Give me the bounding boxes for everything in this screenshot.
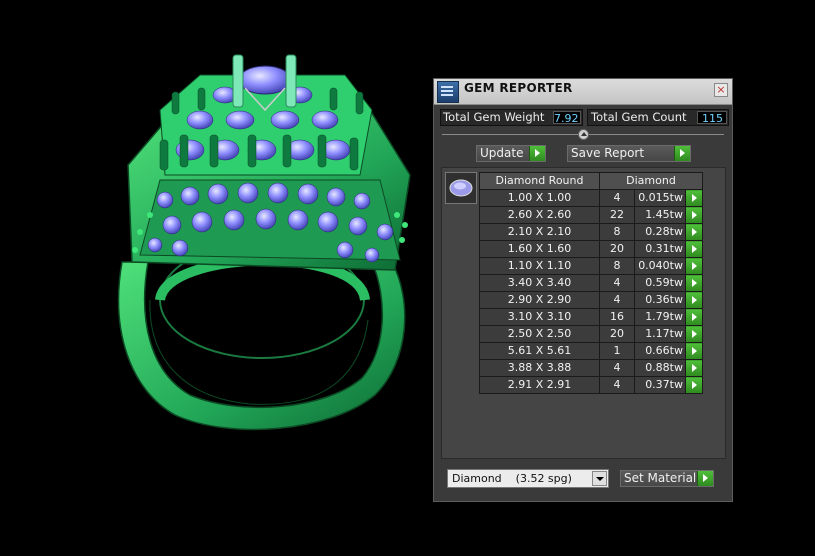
- gem-size-cell: 2.90 X 2.90: [479, 291, 600, 309]
- green-arrow-icon[interactable]: [685, 274, 703, 292]
- gem-size-cell: 2.50 X 2.50: [479, 325, 600, 343]
- table-row[interactable]: 3.40 X 3.40 4 0.59tw: [479, 274, 703, 292]
- 3d-viewport[interactable]: [0, 0, 430, 556]
- green-arrow-icon[interactable]: [685, 291, 703, 309]
- gem-count-cell: 4: [599, 359, 635, 377]
- gem-reporter-app-icon: [437, 81, 459, 103]
- green-arrow-icon: [674, 146, 690, 161]
- column-header-material: Diamond: [599, 172, 703, 190]
- green-arrow-icon[interactable]: [685, 376, 703, 394]
- gem-size-cell: 1.00 X 1.00: [479, 189, 600, 207]
- gem-weight-cell: 0.28tw: [634, 223, 686, 241]
- save-report-button[interactable]: Save Report: [567, 145, 691, 162]
- gem-count-cell: 8: [599, 223, 635, 241]
- table-row[interactable]: 1.00 X 1.00 4 0.015tw: [479, 189, 703, 207]
- table-row[interactable]: 2.91 X 2.91 4 0.37tw: [479, 376, 703, 394]
- table-row[interactable]: 2.90 X 2.90 4 0.36tw: [479, 291, 703, 309]
- gem-size-cell: 2.91 X 2.91: [479, 376, 600, 394]
- gem-size-cell: 1.10 X 1.10: [479, 257, 600, 275]
- gem-table: Diamond Round Diamond 1.00 X 1.00 4 0.015t…: [479, 172, 703, 394]
- set-material-button[interactable]: Set Material: [620, 470, 714, 487]
- green-arrow-icon: [529, 146, 545, 161]
- total-gem-weight-label: Total Gem Weight: [443, 110, 545, 124]
- gem-weight-cell: 1.45tw: [634, 206, 686, 224]
- gem-weight-cell: 0.88tw: [634, 359, 686, 377]
- total-gem-weight-value: 7.92: [553, 111, 581, 125]
- set-material-button-label: Set Material: [624, 471, 697, 485]
- table-row[interactable]: 1.60 X 1.60 20 0.31tw: [479, 240, 703, 258]
- green-arrow-icon[interactable]: [685, 257, 703, 275]
- slider-handle[interactable]: [578, 129, 589, 140]
- gem-size-cell: 3.40 X 3.40: [479, 274, 600, 292]
- green-arrow-icon[interactable]: [685, 342, 703, 360]
- gem-weight-cell: 0.59tw: [634, 274, 686, 292]
- total-gem-count-value: 115: [697, 111, 727, 125]
- green-arrow-icon[interactable]: [685, 325, 703, 343]
- table-header-row: Diamond Round Diamond: [479, 172, 703, 190]
- round-diamond-icon[interactable]: [445, 172, 477, 204]
- gem-count-cell: 20: [599, 325, 635, 343]
- gem-weight-cell: 1.79tw: [634, 308, 686, 326]
- gem-weight-cell: 1.17tw: [634, 325, 686, 343]
- total-gem-count: Total Gem Count 115: [587, 109, 729, 126]
- window-title: GEM REPORTER: [464, 81, 573, 95]
- gem-count-cell: 4: [599, 376, 635, 394]
- table-row[interactable]: 3.10 X 3.10 16 1.79tw: [479, 308, 703, 326]
- gem-weight-cell: 0.66tw: [634, 342, 686, 360]
- gem-size-cell: 3.10 X 3.10: [479, 308, 600, 326]
- gem-count-cell: 4: [599, 189, 635, 207]
- gem-reporter-panel: GEM REPORTER × Total Gem Weight 7.92 Tot…: [433, 78, 733, 502]
- gem-count-cell: 1: [599, 342, 635, 360]
- gem-size-cell: 5.61 X 5.61: [479, 342, 600, 360]
- green-arrow-icon[interactable]: [685, 308, 703, 326]
- table-row[interactable]: 2.60 X 2.60 22 1.45tw: [479, 206, 703, 224]
- gem-size-cell: 2.60 X 2.60: [479, 206, 600, 224]
- update-button[interactable]: Update: [476, 145, 546, 162]
- material-select[interactable]: Diamond (3.52 spg): [447, 469, 609, 488]
- gem-weight-cell: 0.37tw: [634, 376, 686, 394]
- save-report-button-label: Save Report: [571, 146, 645, 160]
- gem-count-cell: 20: [599, 240, 635, 258]
- gem-weight-cell: 0.36tw: [634, 291, 686, 309]
- gem-table-area: Diamond Round Diamond 1.00 X 1.00 4 0.015t…: [441, 167, 726, 459]
- chevron-down-icon[interactable]: [592, 471, 607, 486]
- material-select-value: Diamond (3.52 spg): [452, 472, 572, 485]
- green-arrow-icon[interactable]: [685, 206, 703, 224]
- total-gem-count-label: Total Gem Count: [591, 110, 687, 124]
- gem-weight-cell: 0.015tw: [634, 189, 686, 207]
- table-row[interactable]: 5.61 X 5.61 1 0.66tw: [479, 342, 703, 360]
- gem-weight-cell: 0.31tw: [634, 240, 686, 258]
- gem-size-cell: 1.60 X 1.60: [479, 240, 600, 258]
- title-bar[interactable]: GEM REPORTER ×: [434, 79, 732, 105]
- table-row[interactable]: 3.88 X 3.88 4 0.88tw: [479, 359, 703, 377]
- gem-count-cell: 8: [599, 257, 635, 275]
- close-icon[interactable]: ×: [714, 83, 728, 97]
- green-arrow-icon: [697, 471, 713, 486]
- gem-count-cell: 4: [599, 291, 635, 309]
- gem-count-cell: 4: [599, 274, 635, 292]
- green-arrow-icon[interactable]: [685, 223, 703, 241]
- gem-count-cell: 16: [599, 308, 635, 326]
- green-arrow-icon[interactable]: [685, 359, 703, 377]
- green-arrow-icon[interactable]: [685, 240, 703, 258]
- table-row[interactable]: 2.50 X 2.50 20 1.17tw: [479, 325, 703, 343]
- table-row[interactable]: 1.10 X 1.10 8 0.040tw: [479, 257, 703, 275]
- total-gem-weight: Total Gem Weight 7.92: [440, 109, 583, 126]
- gem-weight-cell: 0.040tw: [634, 257, 686, 275]
- column-header-shape: Diamond Round: [479, 172, 600, 190]
- ring-model: [117, 54, 411, 431]
- gem-size-cell: 2.10 X 2.10: [479, 223, 600, 241]
- gem-count-cell: 22: [599, 206, 635, 224]
- table-row[interactable]: 2.10 X 2.10 8 0.28tw: [479, 223, 703, 241]
- update-button-label: Update: [480, 146, 524, 160]
- green-arrow-icon[interactable]: [685, 189, 703, 207]
- gem-size-cell: 3.88 X 3.88: [479, 359, 600, 377]
